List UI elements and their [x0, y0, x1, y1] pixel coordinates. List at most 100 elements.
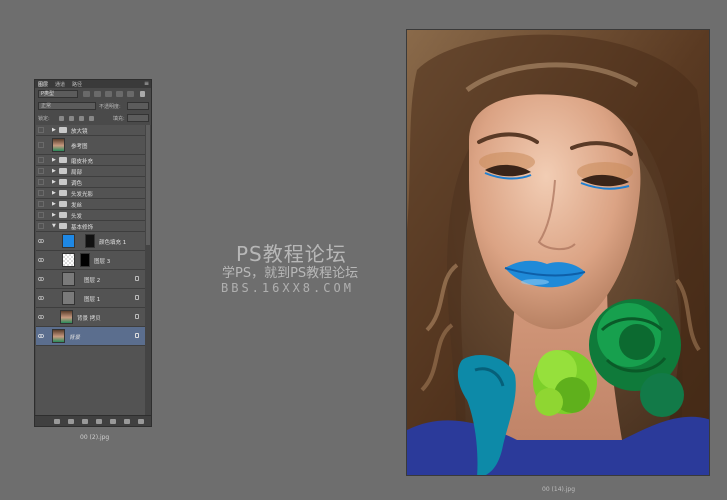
tab-channels[interactable]: 通道	[55, 81, 65, 88]
eye-icon[interactable]	[38, 239, 44, 243]
visibility-box[interactable]	[38, 201, 44, 207]
lock-move-icon[interactable]	[79, 116, 84, 121]
folder-icon	[59, 201, 67, 207]
filter-pixel-icon[interactable]	[83, 91, 90, 97]
eye-icon[interactable]	[38, 296, 44, 300]
layer-name: 放大镜	[71, 129, 88, 135]
folder-icon	[59, 179, 67, 185]
layers-list: ▶ 放大镜 参考图 ▶ 磨皮补充 ▶ 局部 ▶ 调色 ▶ 头发光影 ▶ 发丝 ▶…	[36, 125, 146, 418]
scrollbar-thumb[interactable]	[146, 125, 150, 245]
opacity-label: 不透明度:	[99, 104, 121, 110]
layer-row[interactable]: ▶ 磨皮补充	[36, 155, 146, 166]
layer-row[interactable]: ▶ 调色	[36, 177, 146, 188]
layer-row[interactable]: ▶ 头发	[36, 210, 146, 221]
panel-menu-icon[interactable]: ≡	[144, 80, 149, 87]
watermark-slogan: 学PS，就到PS教程论坛	[222, 266, 359, 281]
layer-row[interactable]: ▶ 放大镜	[36, 125, 146, 136]
blend-mode-select[interactable]: 正常	[38, 102, 96, 110]
lock-brush-icon[interactable]	[69, 116, 74, 121]
layer-row-selected[interactable]: 背景	[36, 327, 146, 346]
layer-name: 图层 1	[84, 297, 101, 303]
layer-name: 背景	[69, 335, 81, 341]
layer-name: 发丝	[71, 203, 83, 209]
add-mask-icon[interactable]	[82, 419, 88, 424]
visibility-box[interactable]	[38, 212, 44, 218]
expand-arrow-icon[interactable]: ▶	[52, 190, 56, 196]
expand-arrow-icon[interactable]: ▶	[52, 127, 56, 133]
layer-name: 磨皮补充	[71, 159, 94, 165]
layer-filter-select[interactable]: P类型	[38, 90, 78, 98]
watermark-url: BBS.16XX8.COM	[221, 281, 354, 295]
layer-row[interactable]: 参考图	[36, 136, 146, 155]
opacity-field[interactable]	[127, 102, 149, 110]
folder-icon	[59, 168, 67, 174]
collapse-arrow-icon[interactable]: ▼	[52, 223, 56, 229]
portrait-photo	[406, 29, 710, 476]
expand-arrow-icon[interactable]: ▶	[52, 212, 56, 218]
layer-row[interactable]: ▶ 头发光影	[36, 188, 146, 199]
layers-panel: 图层 通道 路径 ≡ P类型 正常 不透明度: 锁定: 填充: ▶ 放大镜 参考…	[34, 79, 152, 427]
layer-name: 颜色填充 1	[99, 240, 127, 246]
visibility-box[interactable]	[38, 142, 44, 148]
visibility-box[interactable]	[38, 157, 44, 163]
eye-icon[interactable]	[38, 258, 44, 262]
tab-layers[interactable]: 图层	[38, 81, 48, 88]
filter-text-icon[interactable]	[105, 91, 112, 97]
lock-icon	[135, 333, 139, 338]
panel-tab-bar: 图层 通道 路径 ≡	[35, 80, 151, 88]
adjustment-layer-icon[interactable]	[96, 419, 102, 424]
layer-name: 图层 3	[94, 259, 111, 265]
layers-scrollbar[interactable]	[145, 125, 151, 418]
mask-thumbnail	[80, 253, 90, 267]
layer-style-icon[interactable]	[68, 419, 74, 424]
layer-row[interactable]: 图层 2	[36, 270, 146, 289]
right-doc-caption: 00 (14).jpg	[542, 486, 576, 493]
filter-shape-icon[interactable]	[116, 91, 123, 97]
fill-thumbnail	[62, 234, 75, 248]
layer-row[interactable]: 颜色填充 1	[36, 232, 146, 251]
eye-icon[interactable]	[38, 277, 44, 281]
new-layer-icon[interactable]	[124, 419, 130, 424]
layer-thumbnail	[62, 253, 75, 267]
layer-thumbnail	[52, 329, 65, 343]
layer-thumbnail	[62, 272, 75, 286]
visibility-box[interactable]	[38, 190, 44, 196]
folder-icon	[59, 190, 67, 196]
fill-field[interactable]	[127, 114, 149, 122]
left-doc-caption: 00 (2).jpg	[80, 434, 110, 441]
filter-toggle-icon[interactable]	[140, 91, 145, 97]
lock-all-icon[interactable]	[89, 116, 94, 121]
portrait-image	[407, 30, 709, 475]
expand-arrow-icon[interactable]: ▶	[52, 201, 56, 207]
lock-icon	[135, 295, 139, 300]
expand-arrow-icon[interactable]: ▶	[52, 168, 56, 174]
expand-arrow-icon[interactable]: ▶	[52, 157, 56, 163]
layer-name: 参考图	[71, 144, 88, 150]
filter-adjustment-icon[interactable]	[94, 91, 101, 97]
layer-row[interactable]: ▼ 基本修饰	[36, 221, 146, 232]
link-layers-icon[interactable]	[54, 419, 60, 424]
folder-icon	[59, 127, 67, 133]
layer-row[interactable]: ▶ 局部	[36, 166, 146, 177]
filter-smart-object-icon[interactable]	[127, 91, 134, 97]
visibility-box[interactable]	[38, 179, 44, 185]
expand-arrow-icon[interactable]: ▶	[52, 179, 56, 185]
layer-filter-row: P类型	[37, 90, 149, 99]
layer-thumbnail	[60, 310, 73, 324]
visibility-box[interactable]	[38, 127, 44, 133]
lock-transparent-icon[interactable]	[59, 116, 64, 121]
layer-thumbnail	[62, 291, 75, 305]
tab-paths[interactable]: 路径	[72, 81, 82, 88]
visibility-box[interactable]	[38, 223, 44, 229]
layer-row[interactable]: ▶ 发丝	[36, 199, 146, 210]
lock-row: 锁定: 填充:	[37, 114, 149, 123]
layer-row[interactable]: 背景 拷贝	[36, 308, 146, 327]
trash-icon[interactable]	[138, 419, 144, 424]
eye-icon[interactable]	[38, 315, 44, 319]
visibility-box[interactable]	[38, 168, 44, 174]
new-group-icon[interactable]	[110, 419, 116, 424]
layer-row[interactable]: 图层 3	[36, 251, 146, 270]
lock-label: 锁定:	[38, 116, 50, 122]
layer-row[interactable]: 图层 1	[36, 289, 146, 308]
eye-icon[interactable]	[38, 334, 44, 338]
